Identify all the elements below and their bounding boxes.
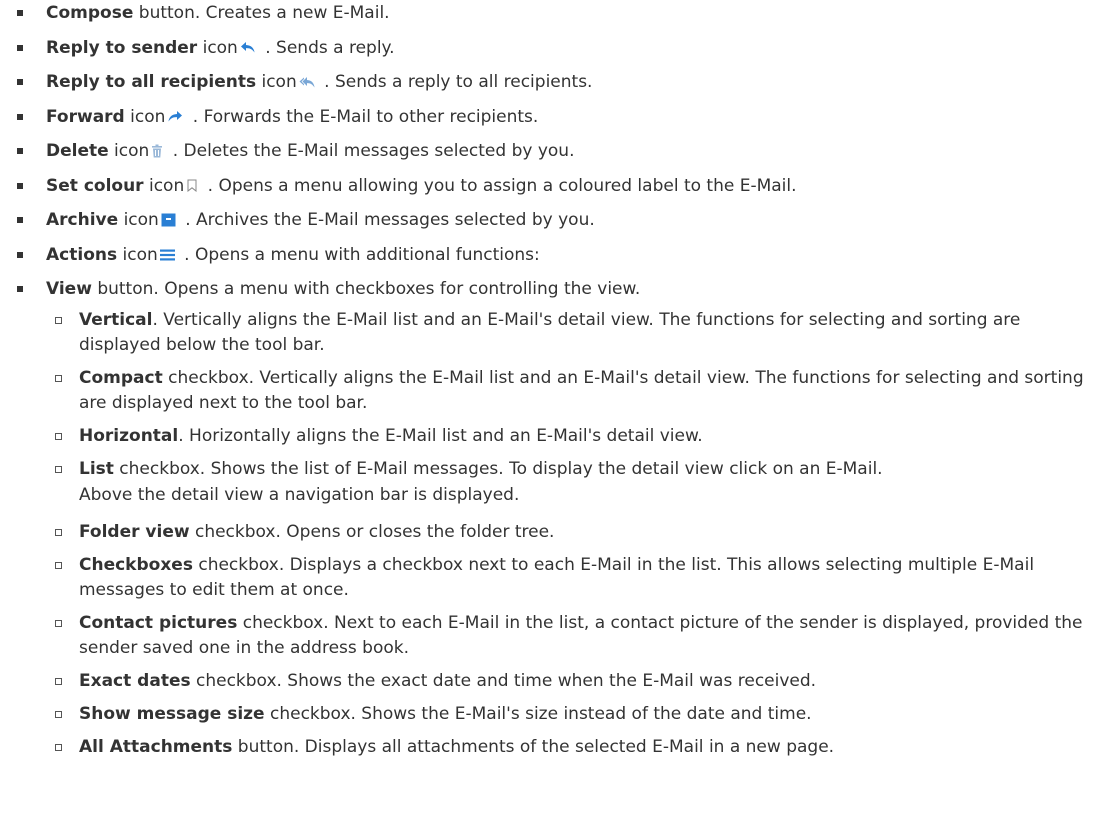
item-term: Contact pictures <box>79 613 238 633</box>
item-term: Exact dates <box>79 671 191 691</box>
item-description: . Archives the E-Mail messages selected … <box>179 210 595 230</box>
item-term: Compose <box>46 3 134 23</box>
item-description: checkbox. Displays a checkbox next to ea… <box>79 555 1035 600</box>
item-term: Archive <box>46 210 119 230</box>
item-description: checkbox. Opens or closes the folder tre… <box>189 522 555 542</box>
reply-all-icon <box>299 76 315 89</box>
item-description: . Deletes the E-Mail messages selected b… <box>167 141 575 161</box>
item-term: All Attachments <box>79 737 233 757</box>
item-term: View <box>46 279 92 299</box>
item-description: . Opens a menu allowing you to assign a … <box>202 175 797 196</box>
forward-icon <box>167 110 183 123</box>
view-options-list: Vertical. Vertically aligns the E-Mail l… <box>46 308 1114 760</box>
item-icon-word: icon <box>118 210 159 230</box>
item-description: . Sends a reply to all recipients. <box>318 72 593 92</box>
list-item: Reply to all recipients icon . Sends a r… <box>0 69 1114 95</box>
item-description: checkbox. Shows the list of E-Mail messa… <box>113 459 883 479</box>
item-description: button. Displays all attachments of the … <box>232 737 835 757</box>
item-term: Set colour <box>46 175 144 196</box>
list-item: Compact checkbox. Vertically aligns the … <box>46 366 1103 416</box>
item-description: . Forwards the E-Mail to other recipient… <box>187 106 539 127</box>
item-icon-word: icon <box>256 72 297 92</box>
item-icon-word: icon <box>124 106 166 127</box>
item-icon-word: icon <box>143 175 185 196</box>
item-term: Reply to sender <box>46 37 198 58</box>
list-item: Actions icon . Opens a menu with additio… <box>0 242 1114 268</box>
menu-icon <box>159 249 175 261</box>
item-continuation: Above the detail view a navigation bar i… <box>79 485 520 505</box>
list-item: Folder view checkbox. Opens or closes th… <box>46 520 1103 545</box>
item-term: List <box>79 459 114 479</box>
list-item: View button. Opens a menu with checkboxe… <box>0 276 1114 760</box>
list-item: Compose button. Creates a new E-Mail. <box>0 0 1114 26</box>
reply-icon <box>240 41 256 54</box>
list-item: Show message size checkbox. Shows the E-… <box>46 702 1103 727</box>
list-item: Delete icon . Deletes the E-Mail message… <box>0 138 1114 164</box>
list-item: Reply to sender icon . Sends a reply. <box>0 35 1114 61</box>
item-description: . Vertically aligns the E-Mail list and … <box>79 310 1021 355</box>
list-item: Set colour icon . Opens a menu allowing … <box>0 173 1114 199</box>
list-item: Forward icon . Forwards the E-Mail to ot… <box>0 104 1114 130</box>
list-item: Archive icon . Archives the E-Mail messa… <box>0 207 1114 233</box>
item-description: checkbox. Shows the exact date and time … <box>190 671 817 691</box>
item-icon-word: icon <box>108 141 150 161</box>
list-item: List checkbox. Shows the list of E-Mail … <box>46 457 1103 512</box>
item-icon-word: icon <box>197 37 238 58</box>
list-item: Exact dates checkbox. Shows the exact da… <box>46 669 1103 694</box>
item-description: checkbox. Vertically aligns the E-Mail l… <box>79 368 1084 413</box>
item-term: Compact <box>79 368 163 388</box>
item-term: Delete <box>46 141 109 161</box>
item-term: Folder view <box>79 522 190 542</box>
help-document: Compose button. Creates a new E-Mail. Re… <box>0 0 1114 836</box>
feature-list: Compose button. Creates a new E-Mail. Re… <box>0 0 1114 769</box>
item-term: Show message size <box>79 704 265 724</box>
item-description: . Opens a menu with additional functions… <box>178 244 540 265</box>
item-term: Actions <box>46 244 118 265</box>
item-description: . Horizontally aligns the E-Mail list an… <box>178 426 703 446</box>
item-description: button. Creates a new E-Mail. <box>133 3 390 23</box>
archive-icon <box>161 213 176 227</box>
item-icon-word: icon <box>117 244 158 265</box>
list-item: Horizontal. Horizontally aligns the E-Ma… <box>46 424 1103 449</box>
list-item: All Attachments button. Displays all att… <box>46 735 1103 760</box>
list-item: Vertical. Vertically aligns the E-Mail l… <box>46 308 1103 358</box>
bookmark-icon <box>186 179 198 192</box>
item-term: Checkboxes <box>79 555 193 575</box>
item-description: button. Opens a menu with checkboxes for… <box>91 279 641 299</box>
item-term: Reply to all recipients <box>46 72 257 92</box>
item-term: Horizontal <box>79 426 179 446</box>
item-term: Forward <box>46 106 125 127</box>
item-description: . Sends a reply. <box>259 37 395 58</box>
list-item: Contact pictures checkbox. Next to each … <box>46 611 1103 661</box>
item-term: Vertical <box>79 310 153 330</box>
list-item: Checkboxes checkbox. Displays a checkbox… <box>46 553 1103 603</box>
item-description: checkbox. Shows the E-Mail's size instea… <box>264 704 812 724</box>
trash-icon <box>151 144 163 158</box>
